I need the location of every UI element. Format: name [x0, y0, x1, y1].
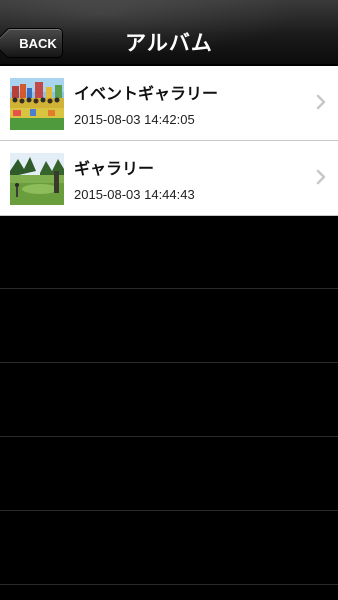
album-title: ギャラリー [74, 159, 155, 178]
chevron-right-icon [316, 94, 326, 110]
album-date: 2015-08-03 14:42:05 [74, 112, 195, 127]
album-list: イベントギャラリー 2015-08-03 14:42:05 ギャラリー 2015… [0, 66, 338, 216]
album-row-event-gallery[interactable]: イベントギャラリー 2015-08-03 14:42:05 [0, 66, 338, 141]
album-row-gallery[interactable]: ギャラリー 2015-08-03 14:44:43 [0, 141, 338, 216]
row-separator [0, 362, 338, 363]
golf-course-photo-thumbnail [10, 153, 64, 205]
album-date: 2015-08-03 14:44:43 [74, 187, 195, 202]
row-separator [0, 436, 338, 437]
event-group-photo-thumbnail [10, 78, 64, 130]
page-title: アルバム [125, 31, 213, 55]
album-title: イベントギャラリー [74, 84, 219, 103]
row-separator [0, 510, 338, 511]
navigation-bar: BACK アルバム [0, 0, 338, 65]
chevron-right-icon [316, 169, 326, 185]
row-separator [0, 584, 338, 585]
empty-list-area [0, 216, 338, 600]
row-separator [0, 288, 338, 289]
